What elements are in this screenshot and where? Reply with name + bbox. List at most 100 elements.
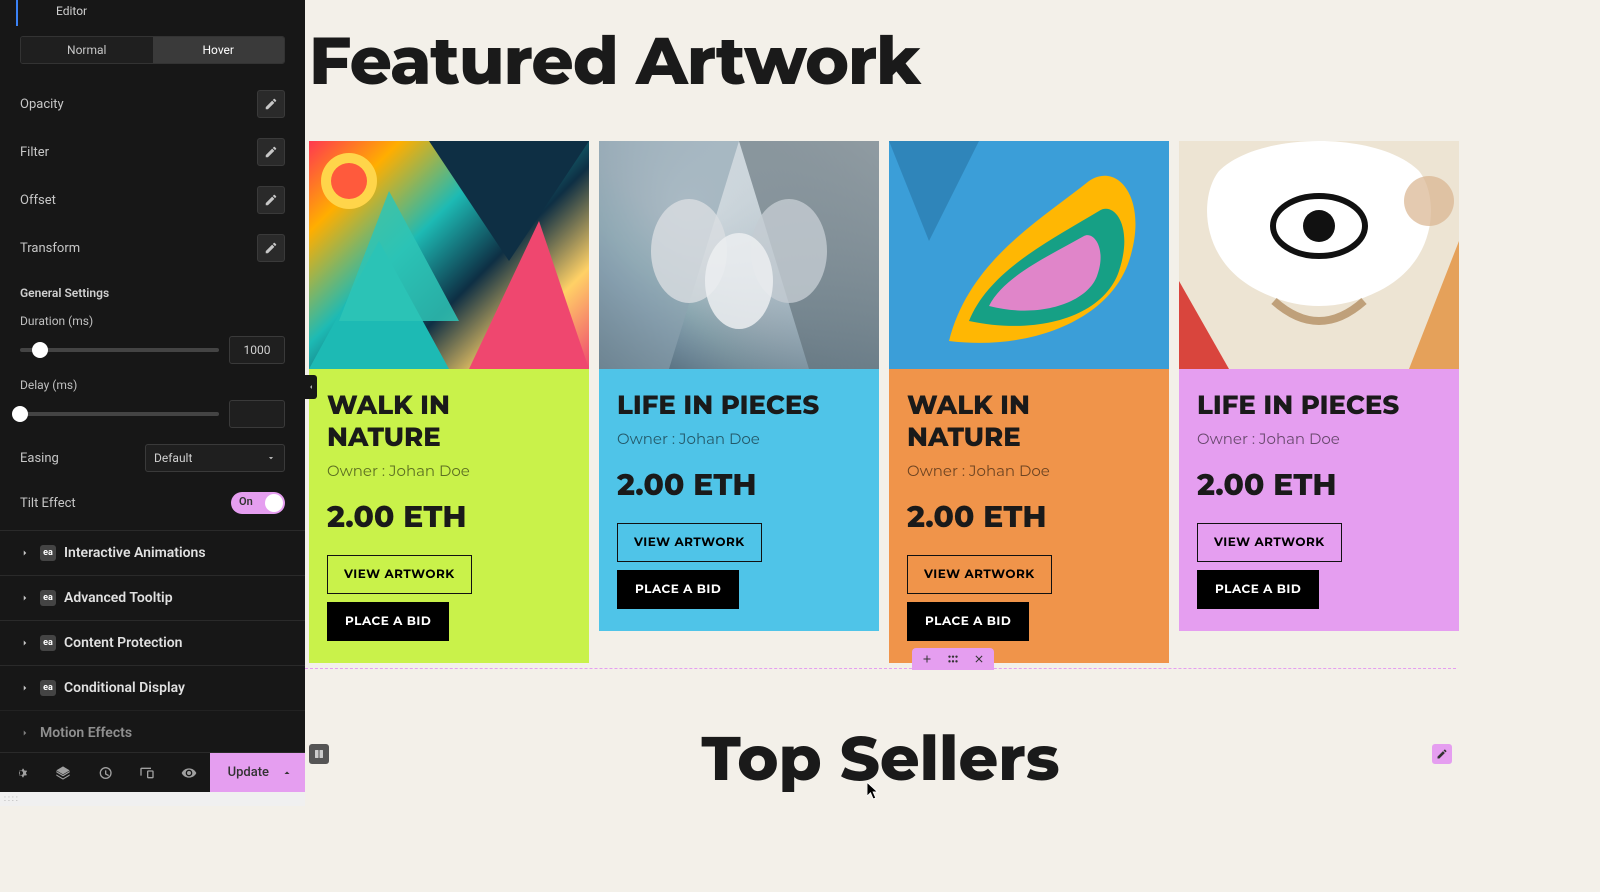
delay-slider-row	[0, 392, 305, 434]
easing-row: Easing Default	[0, 434, 305, 482]
settings-button[interactable]	[0, 753, 42, 793]
accordion-advanced-tooltip[interactable]: ea Advanced Tooltip	[0, 575, 305, 620]
plus-icon	[921, 653, 933, 665]
view-artwork-button[interactable]: VIEW ARTWORK	[1197, 523, 1342, 562]
section-add-button[interactable]	[920, 652, 934, 666]
section-delete-button[interactable]	[972, 652, 986, 666]
place-bid-button[interactable]: PLACE A BID	[617, 570, 739, 609]
update-button[interactable]: Update	[210, 753, 305, 793]
caret-right-icon	[20, 728, 30, 738]
card-title: WALK IN NATURE	[907, 389, 1151, 453]
gear-icon	[13, 765, 29, 781]
artwork-card[interactable]: WALK IN NATURE Owner : Johan Doe 2.00 ET…	[309, 141, 589, 663]
delay-label: Delay (ms)	[0, 370, 305, 392]
card-price: 2.00 ETH	[1197, 466, 1441, 503]
prop-transform: Transform	[0, 224, 305, 272]
mouse-cursor-icon	[867, 782, 881, 800]
accordion-content-protection[interactable]: ea Content Protection	[0, 620, 305, 665]
card-title: WALK IN NATURE	[327, 389, 571, 453]
preview-button[interactable]	[168, 753, 210, 793]
card-title: LIFE IN PIECES	[1197, 389, 1441, 421]
accordion-conditional-display[interactable]: ea Conditional Display	[0, 665, 305, 710]
artwork-image	[599, 141, 879, 369]
section-drag-handle[interactable]	[946, 652, 960, 666]
card-owner: Owner : Johan Doe	[1197, 429, 1441, 448]
accordion-label: Content Protection	[64, 635, 183, 651]
caret-right-icon	[20, 638, 30, 648]
tab-normal[interactable]: Normal	[21, 37, 153, 63]
card-price: 2.00 ETH	[617, 466, 861, 503]
history-button[interactable]	[84, 753, 126, 793]
caret-right-icon	[20, 548, 30, 558]
drag-dots-icon	[946, 652, 960, 666]
duration-slider[interactable]	[20, 348, 219, 352]
artwork-card[interactable]: LIFE IN PIECES Owner : Johan Doe 2.00 ET…	[599, 141, 879, 663]
caret-right-icon	[20, 683, 30, 693]
place-bid-button[interactable]: PLACE A BID	[907, 602, 1029, 641]
plugin-icon: ea	[40, 545, 56, 561]
plugin-icon: ea	[40, 590, 56, 606]
accordion-motion-effects[interactable]: Motion Effects	[0, 710, 305, 755]
navigator-button[interactable]	[42, 753, 84, 793]
close-icon	[973, 653, 985, 665]
transform-edit-button[interactable]	[257, 234, 285, 262]
tilt-on-label: On	[239, 495, 253, 508]
chevron-down-icon	[266, 453, 276, 463]
accordion-interactive-animations[interactable]: ea Interactive Animations	[0, 530, 305, 575]
card-title: LIFE IN PIECES	[617, 389, 861, 421]
chevron-up-icon	[281, 767, 293, 779]
sidebar-collapse-handle[interactable]	[305, 375, 317, 399]
sidebar-breadcrumb: Editor	[16, 0, 305, 26]
responsive-button[interactable]	[126, 753, 168, 793]
chevron-left-icon	[307, 383, 315, 391]
artwork-image	[1179, 141, 1459, 369]
history-icon	[97, 765, 113, 781]
pencil-icon	[264, 145, 278, 159]
plugin-icon: ea	[40, 635, 56, 651]
artwork-card[interactable]: WALK IN NATURE Owner : Johan Doe 2.00 ET…	[889, 141, 1169, 663]
easing-label: Easing	[20, 451, 59, 466]
accordion-label: Advanced Tooltip	[64, 590, 173, 606]
view-artwork-button[interactable]: VIEW ARTWORK	[327, 555, 472, 594]
section-controls-pill	[912, 648, 994, 670]
card-owner: Owner : Johan Doe	[617, 429, 861, 448]
place-bid-button[interactable]: PLACE A BID	[327, 602, 449, 641]
card-price: 2.00 ETH	[327, 498, 571, 535]
filter-edit-button[interactable]	[257, 138, 285, 166]
easing-select[interactable]: Default	[145, 444, 285, 472]
pencil-icon	[264, 193, 278, 207]
transform-label: Transform	[20, 241, 80, 256]
accordion-label: Conditional Display	[64, 680, 185, 696]
offset-edit-button[interactable]	[257, 186, 285, 214]
card-price: 2.00 ETH	[907, 498, 1151, 535]
tilt-label: Tilt Effect	[20, 496, 76, 511]
pencil-icon	[264, 97, 278, 111]
opacity-edit-button[interactable]	[257, 90, 285, 118]
section-top-border	[305, 668, 1456, 670]
view-artwork-button[interactable]: VIEW ARTWORK	[907, 555, 1052, 594]
accordion-label: Motion Effects	[40, 725, 132, 741]
tab-hover[interactable]: Hover	[153, 37, 285, 63]
sidebar-footer: Update	[0, 752, 305, 792]
editor-canvas: Featured Artwork WALK IN NATURE Owner : …	[305, 0, 1600, 892]
delay-slider[interactable]	[20, 412, 219, 416]
duration-input[interactable]: 1000	[229, 336, 285, 364]
place-bid-button[interactable]: PLACE A BID	[1197, 570, 1319, 609]
resize-handle-dots[interactable]: ::::	[0, 792, 305, 806]
delay-input[interactable]	[229, 400, 285, 428]
general-settings-label: General Settings	[0, 272, 305, 306]
card-owner: Owner : Johan Doe	[327, 461, 571, 480]
featured-artwork-title: Featured Artwork	[305, 0, 1600, 141]
view-artwork-button[interactable]: VIEW ARTWORK	[617, 523, 762, 562]
filter-label: Filter	[20, 145, 49, 160]
tilt-toggle[interactable]: On	[231, 492, 285, 514]
caret-right-icon	[20, 593, 30, 603]
editor-sidebar: Editor Normal Hover Opacity Filter Offse…	[0, 0, 305, 792]
eye-icon	[181, 765, 197, 781]
artwork-cards-row: WALK IN NATURE Owner : Johan Doe 2.00 ET…	[305, 141, 1600, 663]
pencil-icon	[264, 241, 278, 255]
plugin-icon: ea	[40, 680, 56, 696]
prop-filter: Filter	[0, 128, 305, 176]
artwork-card[interactable]: LIFE IN PIECES Owner : Johan Doe 2.00 ET…	[1179, 141, 1459, 663]
easing-value: Default	[154, 451, 192, 465]
